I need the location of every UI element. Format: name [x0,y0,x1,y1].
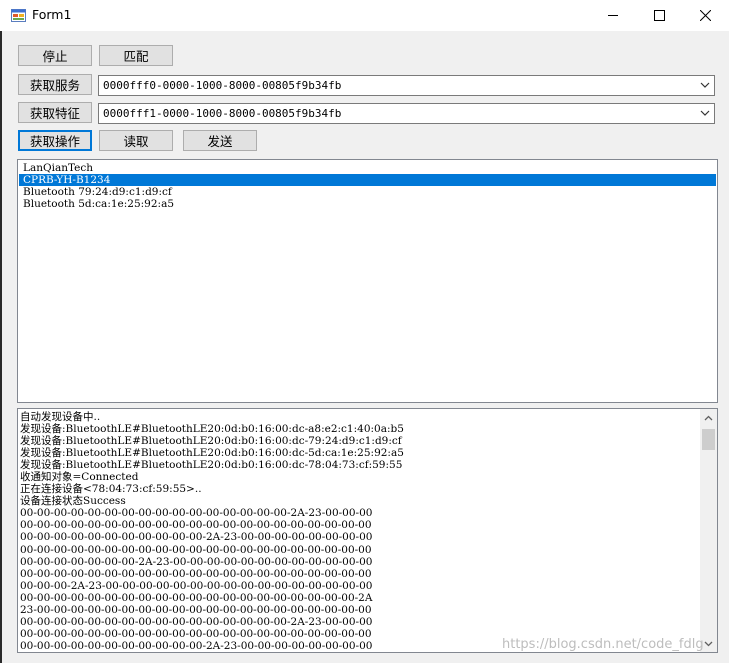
log-line: 00-00-00-00-00-00-00-00-00-00-00-00-00-0… [20,567,372,580]
log-line: 设备连接状态Success [20,495,126,508]
maximize-button[interactable] [636,0,682,31]
log-line: 自动发现设备中.. [20,411,101,423]
device-list-item-selected[interactable]: CPRB-YH-B1234 [19,174,716,186]
read-button[interactable]: 读取 [99,130,173,151]
close-icon [699,10,711,21]
get-operation-button[interactable]: 获取操作 [18,130,92,151]
device-list-item[interactable]: Bluetooth 5d:ca:1e:25:92:a5 [19,198,716,210]
title-bar[interactable]: Form1 [0,0,729,31]
log-line: 00-00-00-00-00-00-00-00-00-00-00-2A-23-0… [20,531,373,544]
window-title: Form1 [32,7,72,22]
chevron-down-icon[interactable] [700,80,710,90]
maximize-icon [653,10,665,21]
get-service-button[interactable]: 获取服务 [18,74,92,95]
log-line: 00-00-00-00-00-00-00-00-00-00-00-00-00-0… [20,507,373,520]
log-content: 自动发现设备中.. 发现设备:BluetoothLE#BluetoothLE20… [20,411,696,652]
send-button[interactable]: 发送 [183,130,257,151]
log-line: 发现设备:BluetoothLE#BluetoothLE20:0d:b0:16:… [20,447,404,460]
characteristic-combobox[interactable]: 0000fff1-0000-1000-8000-00805f9b34fb [98,103,715,124]
log-line: 发现设备:BluetoothLE#BluetoothLE20:0d:b0:16:… [20,423,404,436]
log-line: 00-00-00-00-00-00-00-00-00-00-00-00-00-0… [20,615,373,628]
log-textbox[interactable]: 自动发现设备中.. 发现设备:BluetoothLE#BluetoothLE20… [17,408,718,653]
device-listbox[interactable]: LanQianTech CPRB-YH-B1234 Bluetooth 79:2… [17,159,718,403]
log-line: 收通知对象=Connected [20,471,139,484]
window-edge [0,0,2,663]
log-line: 00-00-00-00-00-00-00-00-00-00-00-00-00-0… [20,543,372,556]
log-line: 正在连接设备<78:04:73:cf:59:55>.. [20,483,202,496]
minimize-button[interactable] [590,0,636,31]
log-line: 发现设备:BluetoothLE#BluetoothLE20:0d:b0:16:… [20,435,402,448]
chevron-down-icon[interactable] [700,108,710,118]
device-list-item[interactable]: Bluetooth 79:24:d9:c1:d9:cf [19,186,716,198]
scroll-down-arrow-icon [704,641,713,646]
log-line: 00-00-00-00-00-00-00-2A-23-00-00-00-00-0… [20,555,373,568]
log-line: 00-00-00-00-00-00-00-00-00-00-00-00-00-0… [20,519,372,532]
scrollbar-thumb[interactable] [702,429,715,450]
scroll-up-arrow-icon [704,415,713,420]
windows-form-icon [11,9,26,22]
watermark-text: https://blog.csdn.net/code_fdlg [502,637,704,652]
characteristic-combobox-value: 0000fff1-0000-1000-8000-00805f9b34fb [103,107,342,120]
log-line: 发现设备:BluetoothLE#BluetoothLE20:0d:b0:16:… [20,459,403,472]
scroll-up-button[interactable] [700,409,717,426]
log-scrollbar[interactable] [700,409,717,652]
device-list-item[interactable]: LanQianTech [19,162,716,174]
get-characteristic-button[interactable]: 获取特征 [18,102,92,123]
log-line: 23-00-00-00-00-00-00-00-00-00-00-00-00-0… [20,603,372,616]
log-line: 00-00-00-00-00-00-00-00-00-00-00-00-00-0… [20,591,373,604]
close-button[interactable] [682,0,728,31]
log-line: 00-00-00-2A-23-00-00-00-00-00-00-00-00-0… [20,579,373,592]
minimize-icon [607,15,618,16]
service-combobox-value: 0000fff0-0000-1000-8000-00805f9b34fb [103,79,342,92]
stop-button[interactable]: 停止 [18,45,92,66]
service-combobox[interactable]: 0000fff0-0000-1000-8000-00805f9b34fb [98,75,715,96]
match-button[interactable]: 匹配 [99,45,173,66]
